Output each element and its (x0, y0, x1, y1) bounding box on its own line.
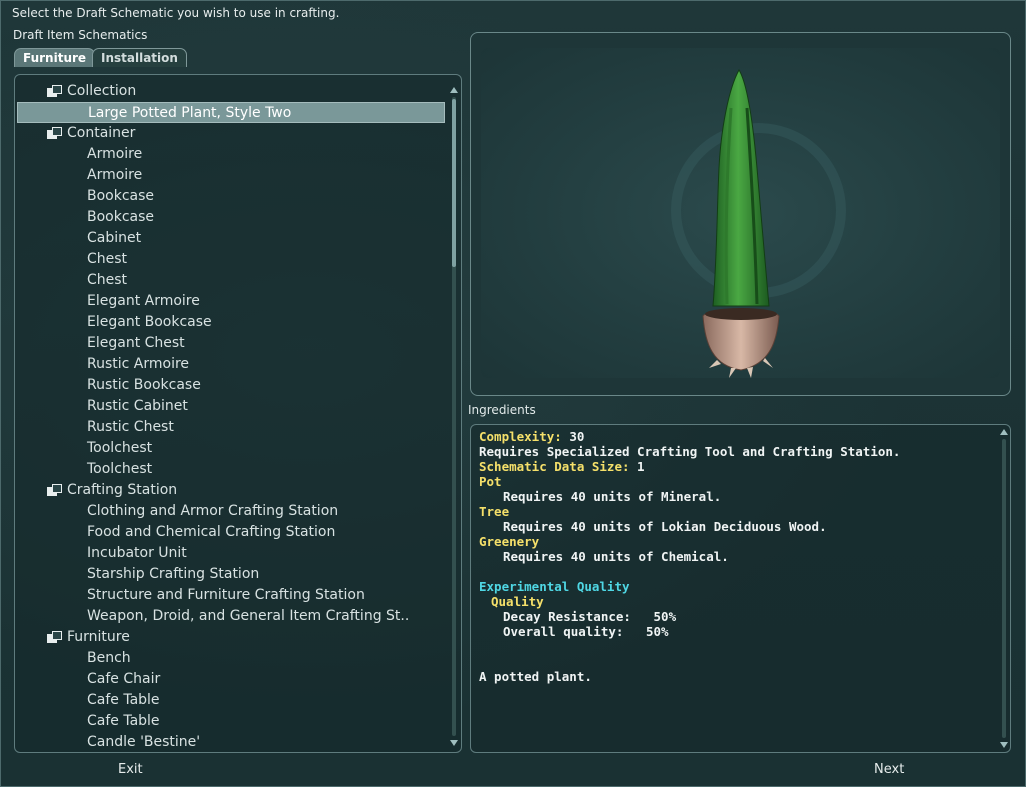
scroll-up-arrow-icon[interactable] (450, 87, 458, 93)
next-button[interactable]: Next (874, 762, 904, 777)
scroll-down-arrow-icon[interactable] (450, 740, 458, 746)
tree-item[interactable]: Clothing and Armor Crafting Station (15, 501, 447, 522)
potted-plant-image (702, 69, 780, 378)
exp-attr-label: Overall quality: (503, 624, 624, 639)
section-title: Draft Item Schematics (13, 28, 148, 42)
tree-item[interactable]: Rustic Cabinet (15, 396, 447, 417)
tree-item[interactable]: Elegant Bookcase (15, 312, 447, 333)
experimental-title: Experimental Quality (479, 579, 630, 594)
tree-item[interactable]: Toolchest (15, 438, 447, 459)
tree-item[interactable]: Armoire (15, 165, 447, 186)
ingredients-text: Complexity: 30 Requires Specialized Craf… (479, 429, 900, 684)
folder-icon (47, 85, 63, 98)
tree-item[interactable]: Rustic Chest (15, 417, 447, 438)
tree-item[interactable]: Rustic Bookcase (15, 375, 447, 396)
complexity-value: 30 (569, 429, 585, 444)
tree-item[interactable]: Candle 'Bestine' (15, 732, 447, 752)
tab-furniture[interactable]: Furniture (14, 48, 96, 67)
ingredients-label: Ingredients (468, 403, 536, 417)
tree-category-label: Container (67, 125, 136, 141)
tree-item[interactable]: Bookcase (15, 207, 447, 228)
tree-item[interactable]: Bench (15, 648, 447, 669)
list-scrollbar-thumb[interactable] (452, 99, 456, 267)
slot-name: Tree (479, 504, 510, 519)
tree-item[interactable]: Chest (15, 249, 447, 270)
tree-item[interactable]: Cafe Table (15, 690, 447, 711)
slot-name: Pot (479, 474, 502, 489)
tree-item[interactable]: Cafe Chair (15, 669, 447, 690)
item-description: A potted plant. (479, 669, 592, 684)
ingredients-panel[interactable]: Complexity: 30 Requires Specialized Craf… (470, 424, 1011, 753)
tab-installation[interactable]: Installation (92, 48, 187, 67)
tree-category-label: Collection (67, 83, 137, 99)
data-size-label: Schematic Data Size: (479, 459, 630, 474)
tree-item[interactable]: Food and Chemical Crafting Station (15, 522, 447, 543)
tree-item[interactable]: Starship Crafting Station (15, 564, 447, 585)
list-scrollbar[interactable] (452, 97, 456, 736)
tree-item[interactable]: Cabinet (15, 228, 447, 249)
tree-category[interactable]: Container (15, 123, 447, 144)
tree-category[interactable]: Furniture (15, 627, 447, 648)
tree-item[interactable]: Rustic Armoire (15, 354, 447, 375)
schematic-tree: Collection Large Potted Plant, Style Two C… (15, 81, 447, 752)
exp-attr-label: Decay Resistance: (503, 609, 631, 624)
tree-category[interactable]: Crafting Station (15, 480, 447, 501)
tree-item[interactable]: Toolchest (15, 459, 447, 480)
data-size-value: 1 (637, 459, 645, 474)
tree-item[interactable]: Elegant Armoire (15, 291, 447, 312)
instruction-text: Select the Draft Schematic you wish to u… (12, 6, 340, 20)
preview-viewport[interactable] (481, 48, 1000, 378)
exp-attr-value: 50% (646, 624, 669, 639)
tree-item[interactable]: Incubator Unit (15, 543, 447, 564)
exit-button[interactable]: Exit (118, 762, 143, 777)
ingredients-scrollbar[interactable] (1002, 439, 1006, 738)
tree-item[interactable]: Chest (15, 270, 447, 291)
schematic-list[interactable]: Collection Large Potted Plant, Style Two C… (14, 74, 462, 753)
experimental-group: Quality (491, 594, 544, 609)
tree-item-selected[interactable]: Large Potted Plant, Style Two (17, 102, 445, 123)
tree-item[interactable]: Bookcase (15, 186, 447, 207)
slot-desc: Requires 40 units of Lokian Deciduous Wo… (503, 519, 827, 534)
folder-icon (47, 127, 63, 140)
exp-attr-value: 50% (653, 609, 677, 624)
complexity-label: Complexity: (479, 429, 562, 444)
tree-item[interactable]: Weapon, Droid, and General Item Crafting… (15, 606, 447, 627)
tree-category-label: Furniture (67, 629, 130, 645)
schematic-preview (470, 32, 1011, 396)
tree-item[interactable]: Elegant Chest (15, 333, 447, 354)
scroll-down-arrow-icon[interactable] (1000, 742, 1008, 748)
tool-requirement: Requires Specialized Crafting Tool and C… (479, 444, 901, 459)
tree-item[interactable]: Armoire (15, 144, 447, 165)
folder-icon (47, 631, 63, 644)
scroll-up-arrow-icon[interactable] (1000, 429, 1008, 435)
folder-icon (47, 484, 63, 497)
tree-item[interactable]: Structure and Furniture Crafting Station (15, 585, 447, 606)
slot-desc: Requires 40 units of Mineral. (503, 489, 722, 504)
slot-desc: Requires 40 units of Chemical. (503, 549, 729, 564)
tree-category-label: Crafting Station (67, 482, 178, 498)
tree-item[interactable]: Cafe Table (15, 711, 447, 732)
tree-category[interactable]: Collection (15, 81, 447, 102)
slot-name: Greenery (479, 534, 540, 549)
